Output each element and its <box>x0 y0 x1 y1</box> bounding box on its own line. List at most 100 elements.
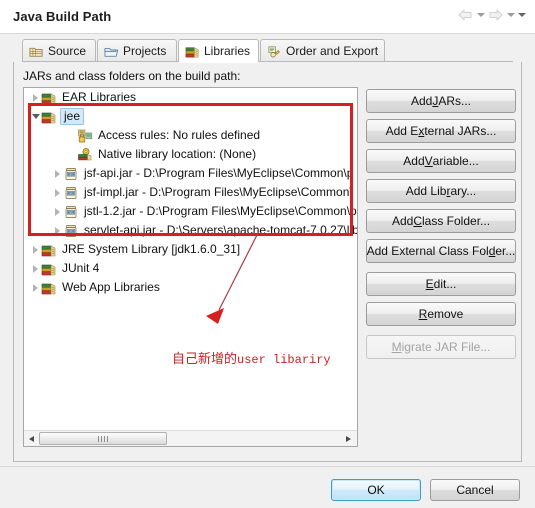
tab-label: Order and Export <box>286 44 379 58</box>
navigation-toolbar <box>457 7 526 23</box>
chevron-down-icon[interactable] <box>30 111 41 122</box>
tree-row[interactable]: JUnit 4 <box>24 259 357 278</box>
back-arrow-icon[interactable] <box>457 7 474 23</box>
tree-row-label: jsf-api.jar - D:\Program Files\MyEclipse… <box>84 166 354 180</box>
library-books-icon <box>185 44 200 58</box>
tree-row-label: Web App Libraries <box>62 280 160 294</box>
tree-horizontal-scrollbar[interactable] <box>24 430 357 446</box>
tree-row[interactable]: Web App Libraries <box>24 278 357 297</box>
java-build-path-dialog: Java Build Path Source Projects Libraries O… <box>0 0 535 508</box>
back-dropdown-chevron-down-icon[interactable] <box>476 7 485 23</box>
jar-icon: 010 <box>63 223 79 239</box>
library-books-icon <box>41 261 57 277</box>
svg-text:010: 010 <box>68 191 75 195</box>
button-label-pre: Add <box>410 94 433 108</box>
annotation-note: 自己新增的user libariry <box>172 348 331 367</box>
scroll-left-arrow-icon[interactable] <box>24 431 39 446</box>
tree-row-label: JUnit 4 <box>62 261 100 275</box>
button-label-post: dit... <box>433 277 457 291</box>
button-mnemonic: V <box>424 154 433 168</box>
tab-label: Projects <box>123 44 167 58</box>
add-class-folder-button[interactable]: Add Class Folder... <box>366 209 516 233</box>
dialog-titlebar: Java Build Path <box>0 0 535 34</box>
tree-row-label: servlet-api.jar - D:\Servers\apache-tomc… <box>84 223 358 237</box>
tree-row-label: jsf-impl.jar - D:\Program Files\MyEclips… <box>84 185 353 199</box>
tree-rows: EAR Libraries jee Access rules: No rules d… <box>24 88 357 297</box>
button-label-post: emove <box>427 307 464 321</box>
tree-row[interactable]: Native library location: (None) <box>24 145 357 164</box>
add-jars-button[interactable]: Add J ARs... <box>366 89 516 113</box>
horizontal-scrollbar-thumb[interactable] <box>39 432 167 445</box>
menu-chevron-down-icon[interactable] <box>517 7 526 23</box>
forward-dropdown-chevron-down-icon[interactable] <box>506 7 515 23</box>
svg-text:010: 010 <box>68 172 75 176</box>
tab-libraries[interactable]: Libraries <box>178 39 259 62</box>
tree-row[interactable]: Access rules: No rules defined <box>24 126 357 145</box>
button-label-post: er... <box>495 244 516 258</box>
tree-row-label: jee <box>60 108 85 125</box>
annotation-note-latin: user libariry <box>237 353 331 367</box>
button-mnemonic: d <box>488 244 496 258</box>
tree-row[interactable]: 010 jsf-api.jar - D:\Program Files\MyEcli… <box>24 164 357 183</box>
page-title: Java Build Path <box>13 9 112 24</box>
tab-label: Libraries <box>204 44 251 58</box>
tree-row[interactable]: JRE System Library [jdk1.6.0_31] <box>24 240 357 259</box>
native-library-icon <box>77 147 93 163</box>
button-label-post: ternal JARs... <box>424 124 497 138</box>
panel-description-label: JARs and class folders on the build path… <box>23 69 241 83</box>
jar-icon: 010 <box>63 166 79 182</box>
access-rules-icon <box>77 128 93 144</box>
button-mnemonic: M <box>391 340 402 354</box>
tree-row[interactable]: jee <box>24 107 357 126</box>
tab-order-and-export[interactable]: Order and Export <box>260 39 385 62</box>
chevron-right-icon[interactable] <box>52 206 63 217</box>
button-label-pre: Add Lib <box>405 184 447 198</box>
migrate-jar-file-button: Migrate JAR File... <box>366 335 516 359</box>
jar-icon: 010 <box>63 204 79 220</box>
order-export-icon <box>267 44 282 58</box>
add-variable-button[interactable]: Add Variable... <box>366 149 516 173</box>
tab-projects[interactable]: Projects <box>97 39 177 62</box>
scroll-right-arrow-icon[interactable] <box>341 431 356 446</box>
jar-icon: 010 <box>63 185 79 201</box>
button-label-post: ariable... <box>432 154 479 168</box>
chevron-right-icon[interactable] <box>52 168 63 179</box>
add-library-button[interactable]: Add Lib r ary... <box>366 179 516 203</box>
tree-row[interactable]: 010 servlet-api.jar - D:\Servers\apache-t… <box>24 221 357 240</box>
button-label-post: igrate JAR File... <box>401 340 491 354</box>
button-label-post: ARs... <box>438 94 472 108</box>
chevron-right-icon[interactable] <box>52 187 63 198</box>
chevron-right-icon[interactable] <box>30 92 41 103</box>
cancel-button[interactable]: Cancel <box>430 479 520 501</box>
add-external-class-folder-button[interactable]: Add External Class Fol d er... <box>366 239 516 263</box>
chevron-right-icon[interactable] <box>30 282 41 293</box>
projects-folder-icon <box>104 44 119 58</box>
library-books-icon <box>41 242 57 258</box>
annotation-note-cjk: 自己新增的 <box>172 351 238 366</box>
ok-button[interactable]: OK <box>331 479 421 501</box>
scrollbar-grip-icon <box>98 435 108 442</box>
library-books-icon <box>41 280 57 296</box>
chevron-right-icon[interactable] <box>52 225 63 236</box>
chevron-right-icon[interactable] <box>30 263 41 274</box>
remove-button[interactable]: Remove <box>366 302 516 326</box>
library-books-icon <box>41 109 57 125</box>
chevron-right-icon[interactable] <box>30 244 41 255</box>
source-folder-icon <box>29 44 44 58</box>
edit-button[interactable]: Edit... <box>366 272 516 296</box>
tab-source[interactable]: Source <box>22 39 96 62</box>
button-mnemonic: R <box>418 307 428 321</box>
add-external-jars-button[interactable]: Add Ex ternal JARs... <box>366 119 516 143</box>
tree-row[interactable]: EAR Libraries <box>24 88 357 107</box>
forward-arrow-icon[interactable] <box>487 7 504 23</box>
button-label-pre: Add <box>403 154 425 168</box>
tree-row[interactable]: 010 jsf-impl.jar - D:\Program Files\MyEcl… <box>24 183 357 202</box>
build-path-tree[interactable]: EAR Libraries jee Access rules: No rules d… <box>23 87 358 447</box>
library-books-icon <box>41 90 57 106</box>
build-path-actions: Add J ARs... Add Ex ternal JARs... Add Varia… <box>366 89 516 365</box>
tree-row-label: Native library location: (None) <box>98 147 257 161</box>
tree-row[interactable]: 010 jstl-1.2.jar - D:\Program Files\MyEcl… <box>24 202 357 221</box>
button-mnemonic: C <box>413 214 422 228</box>
